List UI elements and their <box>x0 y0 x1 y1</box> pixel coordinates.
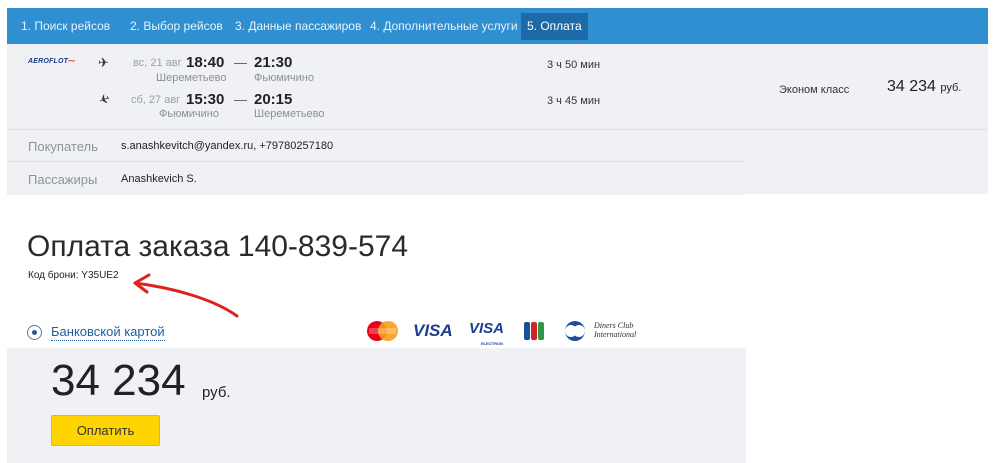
passengers-label: Пассажиры <box>28 172 98 187</box>
plane-departure-icon: ✈ <box>98 55 109 70</box>
visa-icon: VISA <box>413 321 453 340</box>
time-separator: — <box>234 92 247 107</box>
buyer-value: s.anashkevitch@yandex.ru, +79780257180 <box>121 140 334 152</box>
page-title: Оплата заказа 140-839-574 <box>27 230 409 263</box>
passengers-value: Anashkevich S. <box>121 173 197 185</box>
bank-card-option[interactable]: Банковской картой <box>51 324 165 341</box>
departure-airport: Фьюмичино <box>159 108 219 120</box>
step-search-flights[interactable]: 1. Поиск рейсов <box>21 8 110 44</box>
step-extra-services[interactable]: 4. Дополнительные услуги <box>370 8 518 44</box>
pay-button[interactable]: Оплатить <box>51 415 160 446</box>
arrival-time: 21:30 <box>254 54 293 71</box>
payment-amount: 34 234 <box>51 356 186 405</box>
time-separator: — <box>234 55 247 70</box>
plane-arrival-icon: ✈ <box>96 90 113 109</box>
visa-electron-icon: VISA ELECTRON <box>469 320 505 346</box>
diners-club-icon: Diners Club International <box>560 320 640 342</box>
arrival-time: 20:15 <box>254 91 293 108</box>
flight-duration: 3 ч 50 мин <box>547 59 601 71</box>
bank-card-radio[interactable] <box>27 325 42 340</box>
annotation-arrow-icon <box>133 273 239 318</box>
step-select-flights[interactable]: 2. Выбор рейсов <box>130 8 223 44</box>
jcb-icon <box>524 322 544 340</box>
mastercard-icon <box>367 321 398 341</box>
payment-currency: руб. <box>202 384 231 401</box>
passengers-row: Пассажиры Anashkevich S. <box>7 163 746 195</box>
departure-time: 18:40 <box>186 54 225 71</box>
fare-price: 34 234 руб. <box>887 78 962 95</box>
flight-day: сб, 27 авг <box>131 94 181 106</box>
flight-day: вс, 21 авг <box>133 57 182 69</box>
departure-time: 15:30 <box>186 91 225 108</box>
booking-code: Код брони: Y35UE2 <box>28 270 119 281</box>
buyer-row: Покупатель s.anashkevitch@yandex.ru, +79… <box>7 130 746 162</box>
flights-summary: AEROFLOT⁓ ✈ вс, 21 авг 18:40 — 21:30 Шер… <box>7 44 988 130</box>
fare-class: Эконом класс <box>779 84 850 96</box>
steps-bar: 1. Поиск рейсов 2. Выбор рейсов 3. Данны… <box>7 8 988 44</box>
buyer-label: Покупатель <box>28 139 98 154</box>
airline-logo: AEROFLOT⁓ <box>28 58 76 65</box>
arrival-airport: Фьюмичино <box>254 72 314 84</box>
flight-duration: 3 ч 45 мин <box>547 95 601 107</box>
step-payment: 5. Оплата <box>521 13 588 40</box>
arrival-airport: Шереметьево <box>254 108 325 120</box>
departure-airport: Шереметьево <box>156 72 227 84</box>
step-passenger-data[interactable]: 3. Данные пассажиров <box>235 8 361 44</box>
